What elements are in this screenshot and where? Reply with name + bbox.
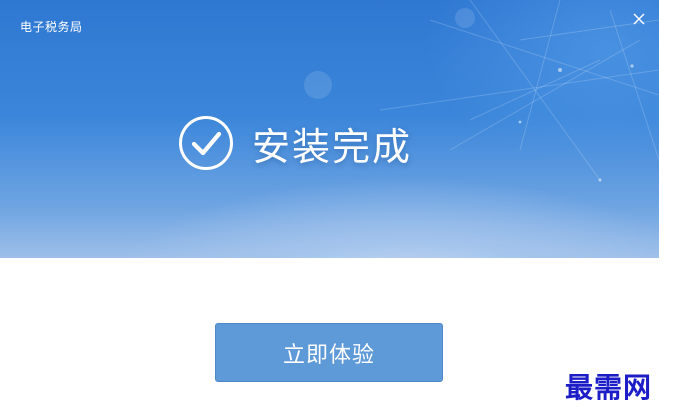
- app-title: 电子税务局: [20, 20, 83, 34]
- check-circle-icon: [179, 116, 233, 170]
- close-button[interactable]: [628, 8, 650, 30]
- close-icon: [633, 13, 645, 25]
- watermark-logo: 最需网: [565, 371, 653, 404]
- try-now-button[interactable]: 立即体验: [215, 323, 443, 382]
- installer-window: 电子税务局 安装完成 立即体验: [0, 0, 659, 414]
- install-status: 安装完成: [178, 115, 412, 171]
- status-message: 安装完成: [252, 124, 413, 169]
- hero-banner: 电子税务局 安装完成: [0, 0, 659, 258]
